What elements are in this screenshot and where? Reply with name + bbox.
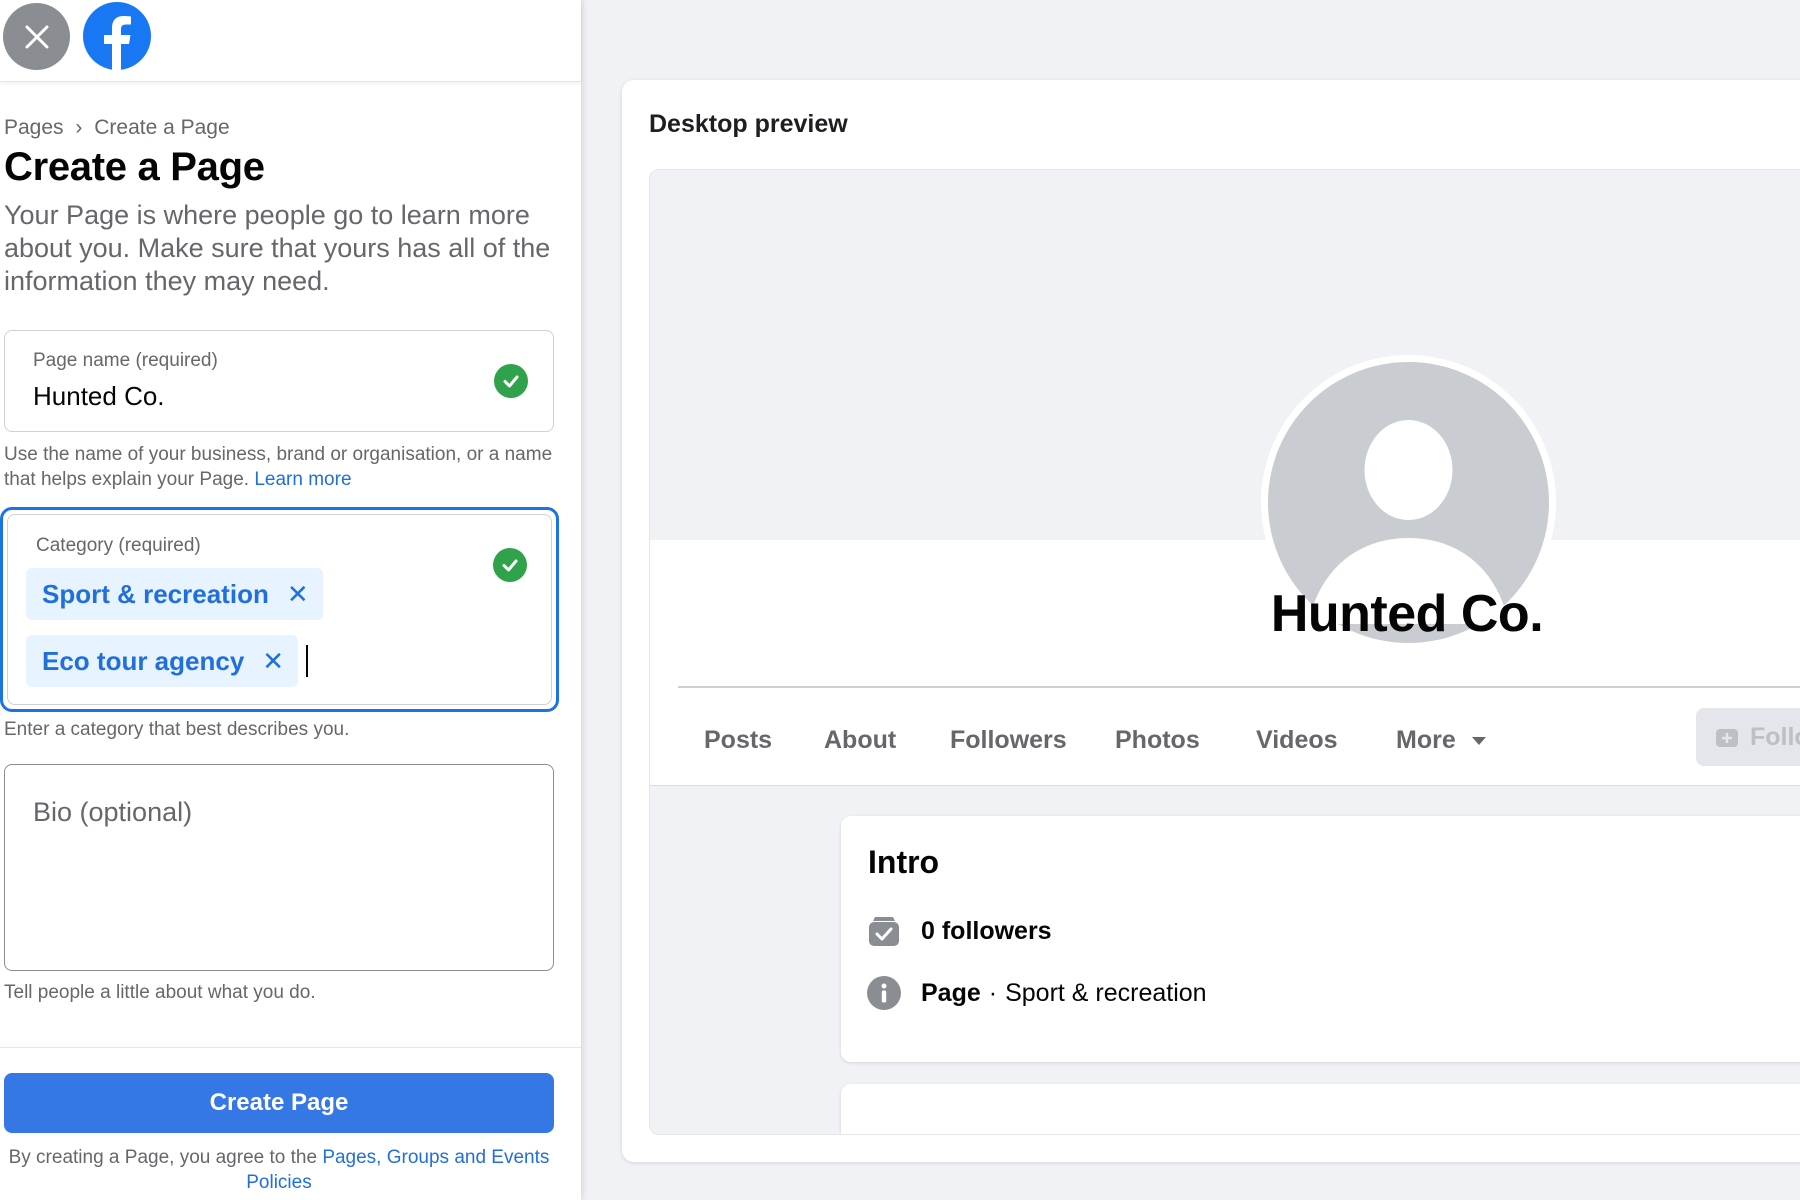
desktop-preview-card: Desktop preview Hunted Co. Posts About F… (622, 80, 1800, 1162)
page-name-label: Page name (required) (33, 350, 218, 371)
category-chip-label: Sport & recreation (42, 578, 269, 609)
breadcrumb-separator: › (75, 116, 83, 139)
create-page-panel: Pages › Create a Page Create a Page Your… (0, 0, 581, 1200)
tab-videos[interactable]: Videos (1256, 726, 1338, 755)
tab-followers[interactable]: Followers (950, 726, 1067, 755)
breadcrumb-pages[interactable]: Pages (4, 116, 64, 140)
breadcrumb-current: Create a Page (94, 116, 230, 139)
facebook-logo-icon[interactable] (83, 2, 151, 70)
close-button[interactable] (3, 3, 70, 70)
create-page-button[interactable]: Create Page (4, 1073, 554, 1133)
caret-down-icon (1471, 737, 1486, 746)
page-name-helper: Use the name of your business, brand or … (4, 442, 564, 492)
bio-field[interactable]: Bio (optional) (4, 764, 554, 971)
intro-card: Intro 0 followers Page · Sport & recreat… (841, 816, 1800, 1062)
bio-helper: Tell people a little about what you do. (4, 982, 316, 1003)
preview-next-card (841, 1084, 1800, 1134)
page-description: Your Page is where people go to learn mo… (4, 200, 551, 296)
followers-count: 0 followers (921, 916, 1052, 945)
text-caret (306, 645, 308, 677)
intro-title: Intro (868, 844, 940, 880)
follow-label: Follow (1750, 722, 1800, 751)
followers-row: 0 followers (867, 914, 1052, 948)
category-chip[interactable]: Sport & recreation ✕ (26, 568, 323, 620)
page-preview: Hunted Co. Posts About Followers Photos … (649, 169, 1800, 1135)
remove-chip-icon[interactable]: ✕ (287, 579, 309, 610)
category-label: Category (required) (36, 535, 201, 556)
followers-icon (867, 914, 901, 948)
page-type-label: Page (921, 978, 981, 1007)
bio-placeholder: Bio (optional) (33, 797, 193, 827)
check-circle-icon (493, 548, 527, 582)
page-name-field[interactable]: Page name (required) Hunted Co. (4, 330, 554, 432)
follow-button[interactable]: Follow (1696, 708, 1800, 766)
page-type-separator: · (988, 978, 998, 1007)
check-circle-icon (494, 364, 528, 398)
category-focus-ring: Category (required) Sport & recreation ✕… (0, 507, 559, 712)
follow-icon (1716, 729, 1738, 747)
tab-about[interactable]: About (824, 726, 896, 755)
page-name-input[interactable]: Hunted Co. (33, 381, 165, 412)
tab-more[interactable]: More (1396, 726, 1487, 755)
close-icon (25, 25, 48, 48)
top-bar (0, 0, 581, 82)
category-field[interactable]: Category (required) Sport & recreation ✕… (7, 514, 552, 705)
breadcrumb: Pages › Create a Page (4, 116, 230, 140)
page-title: Create a Page (4, 145, 265, 189)
profile-header (650, 540, 1800, 786)
tab-more-label: More (1396, 726, 1456, 754)
category-chip[interactable]: Eco tour agency ✕ (26, 635, 299, 687)
preview-title: Desktop preview (649, 110, 848, 138)
terms-text: By creating a Page, you agree to the (8, 1147, 318, 1168)
page-category: Sport & recreation (1005, 978, 1207, 1007)
tabs-divider (678, 686, 1800, 688)
footer-divider (0, 1047, 581, 1048)
cover-photo (650, 170, 1800, 540)
terms-notice: By creating a Page, you agree to the Pag… (4, 1145, 554, 1195)
tab-posts[interactable]: Posts (704, 726, 772, 755)
category-helper: Enter a category that best describes you… (4, 719, 350, 740)
category-chip-label: Eco tour agency (42, 645, 245, 676)
remove-chip-icon[interactable]: ✕ (262, 646, 284, 677)
preview-page-name: Hunted Co. (1270, 585, 1544, 643)
info-icon (867, 976, 901, 1010)
page-type-row: Page · Sport & recreation (867, 976, 1207, 1010)
tab-photos[interactable]: Photos (1115, 726, 1200, 755)
learn-more-link[interactable]: Learn more (254, 469, 351, 490)
